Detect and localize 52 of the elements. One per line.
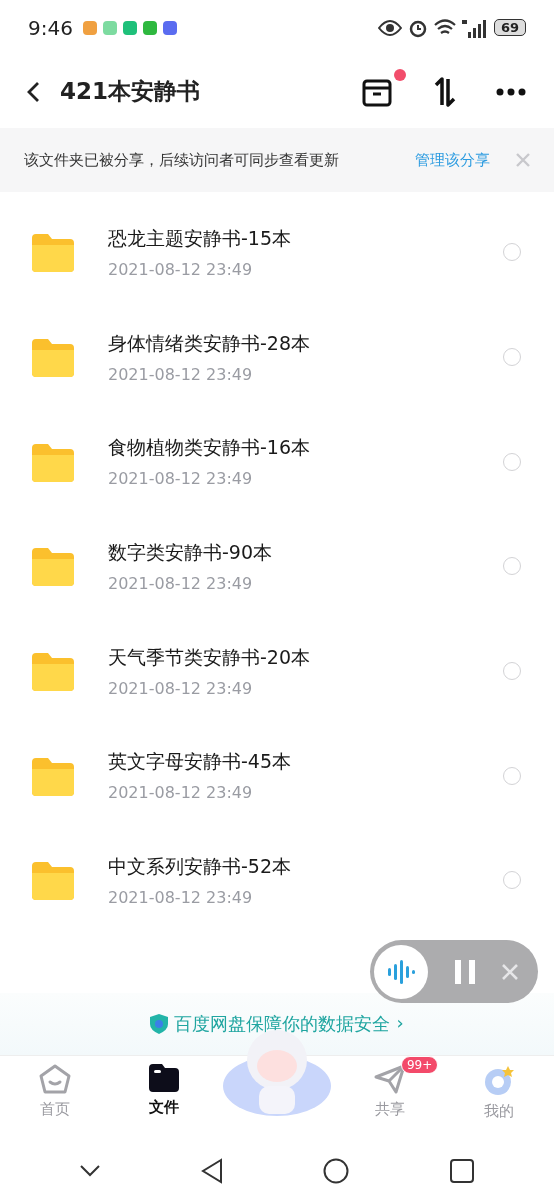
eye-icon	[377, 19, 402, 36]
paper-plane-icon	[374, 1064, 407, 1094]
folder-icon	[148, 1064, 179, 1092]
folder-date: 2021-08-12 23:49	[108, 259, 254, 279]
folder-date: 2021-08-12 23:49	[108, 469, 254, 489]
home-icon	[38, 1064, 71, 1094]
more-button[interactable]	[496, 87, 526, 96]
folder-name[interactable]: 身体情绪类安静书-28本	[108, 330, 503, 357]
folder-date: 2021-08-12 23:49	[108, 678, 254, 698]
back-button[interactable]	[26, 80, 40, 103]
back-nav-button[interactable]	[200, 1158, 223, 1184]
recents-nav-button[interactable]	[449, 1159, 474, 1183]
shield-icon	[150, 1014, 169, 1034]
tab-item[interactable]: 文件	[109, 1056, 219, 1142]
sound-wave-icon	[385, 959, 417, 984]
folder-icon	[30, 860, 76, 901]
folder-name[interactable]: 食物植物类安静书-16本	[108, 435, 503, 462]
folder-date: 2021-08-12 23:49	[108, 783, 254, 803]
folder-icon	[30, 651, 76, 692]
close-button[interactable]	[502, 963, 518, 980]
audio-wave-button[interactable]	[374, 944, 428, 999]
folder-name[interactable]: 数字类安静书-90本	[108, 539, 503, 566]
count-badge: 99+	[400, 1056, 439, 1074]
folder-name[interactable]: 中文系列安静书-52本	[108, 853, 503, 880]
folder-name[interactable]: 恐龙主题安静书-15本	[108, 225, 503, 252]
sort-button[interactable]	[432, 76, 458, 107]
collapse-button[interactable]	[80, 1165, 101, 1177]
app-notification-icon	[162, 20, 177, 35]
folder-icon	[30, 755, 76, 796]
app-notification-icon	[102, 20, 117, 35]
folder-date: 2021-08-12 23:49	[108, 364, 254, 384]
folder-name[interactable]: 英文字母安静书-45本	[108, 749, 503, 776]
tab-item[interactable]: 共享 99+	[335, 1056, 445, 1142]
battery-level: 69	[493, 19, 526, 36]
app-notification-icon	[82, 20, 97, 35]
folder-name[interactable]: 天气季节类安静书-20本	[108, 644, 503, 671]
wifi-icon	[433, 18, 456, 37]
folder-date: 2021-08-12 23:49	[108, 887, 254, 907]
folder-icon	[30, 232, 76, 273]
close-button[interactable]	[516, 153, 530, 167]
pause-button[interactable]	[454, 959, 476, 984]
folder-icon	[30, 337, 76, 378]
folder-icon	[30, 546, 76, 587]
app-notification-icon	[122, 20, 137, 35]
status-time: 9:46	[28, 15, 73, 40]
app-notification-icon	[142, 20, 157, 35]
home-nav-button[interactable]	[323, 1158, 350, 1184]
folder-date: 2021-08-12 23:49	[108, 573, 254, 593]
folder-icon	[30, 441, 76, 482]
cellular-signal-icon	[461, 17, 488, 38]
page-title: 421本安静书	[60, 77, 201, 106]
share-notice: 该文件夹已被分享，后续访问者可同步查看更新	[24, 150, 340, 170]
